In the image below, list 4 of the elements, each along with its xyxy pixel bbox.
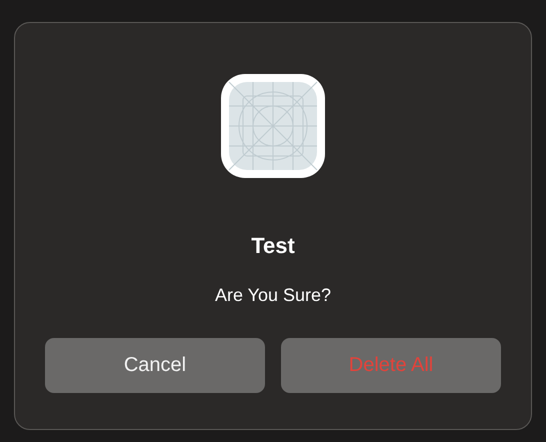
alert-title: Test — [251, 233, 295, 259]
cancel-button[interactable]: Cancel — [45, 338, 265, 393]
app-icon — [221, 74, 325, 178]
alert-message: Are You Sure? — [214, 284, 332, 306]
